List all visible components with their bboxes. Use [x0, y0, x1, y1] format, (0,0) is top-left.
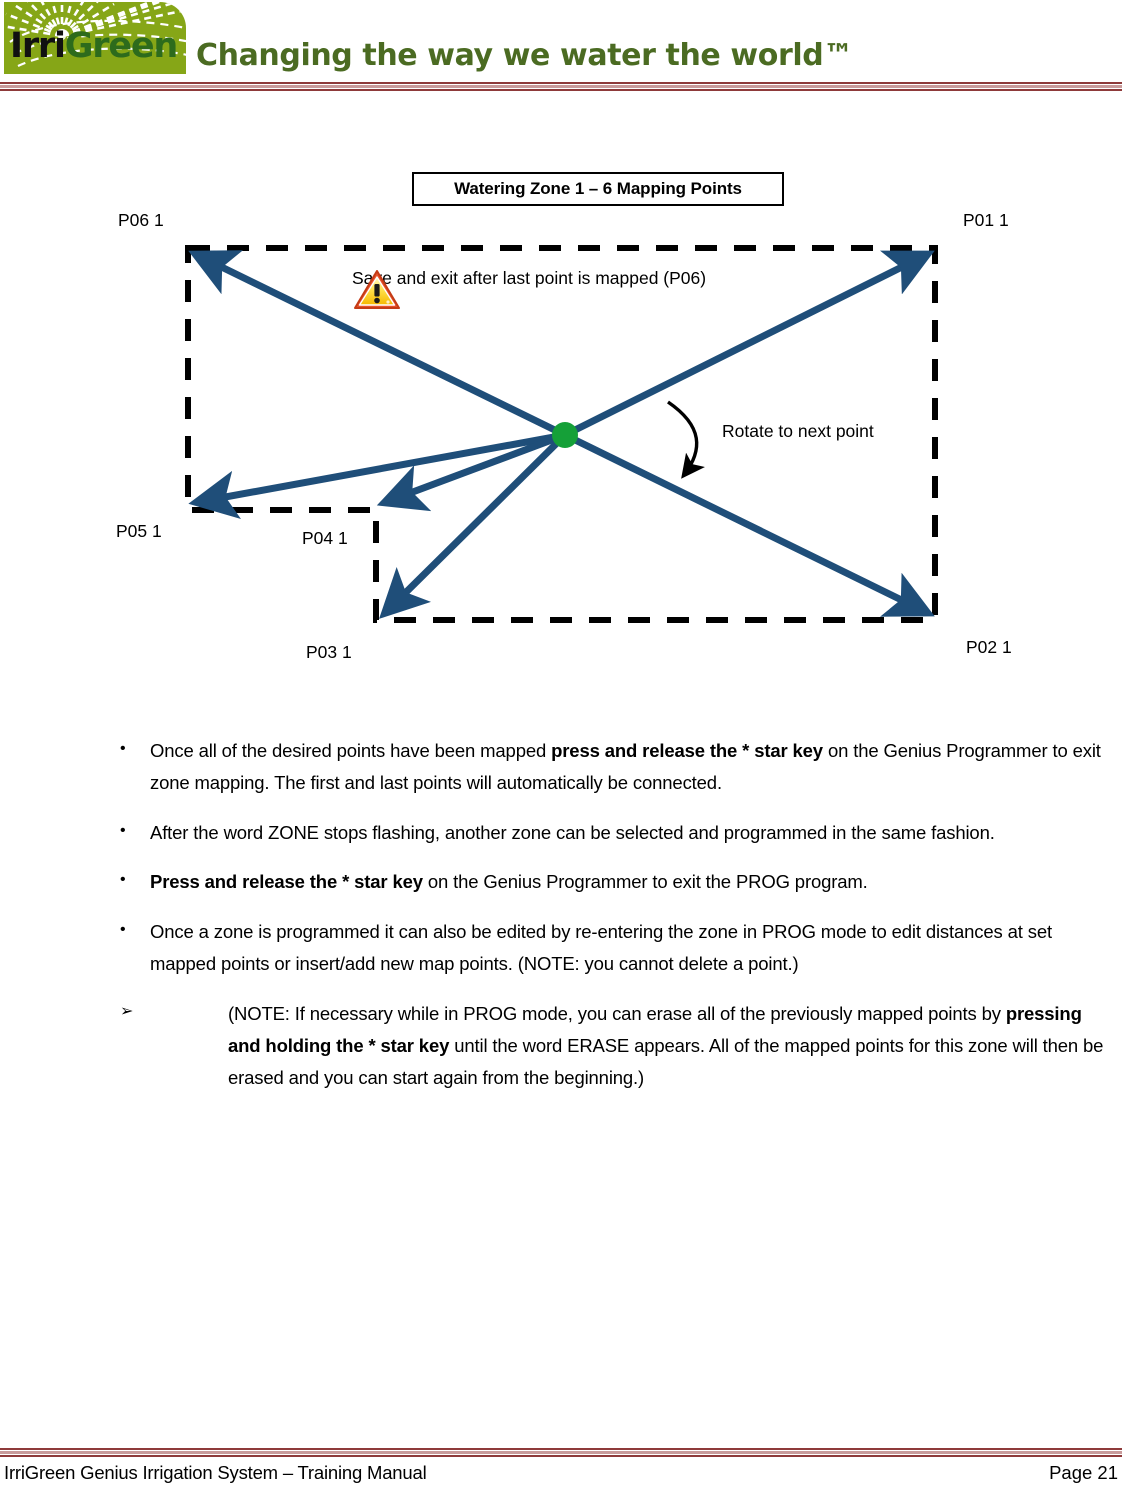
footer-divider-rule [0, 1448, 1122, 1457]
header-divider-rule [0, 82, 1122, 91]
zone-mapping-diagram: Watering Zone 1 – 6 Mapping Points P06 1… [0, 150, 1122, 710]
footer-page-number: Page 21 [1049, 1462, 1118, 1483]
bullet-text-emphasis: press and release the * star key [551, 740, 823, 761]
bullet-text-run: Once a zone is programmed it can also be… [150, 921, 1052, 975]
bullet-marker-icon: • [120, 921, 126, 939]
bullet-text-run: on the Genius Programmer to exit the PRO… [422, 871, 868, 893]
instruction-sub-bullet: ➢ (NOTE: If necessary while in PROG mode,… [0, 998, 1122, 1093]
point-label-p03: P03 1 [306, 642, 352, 662]
footer-rule-line-bottom [0, 1455, 1122, 1457]
warning-callout: Save and exit after last point is mapped… [352, 268, 707, 309]
irrigreen-logo: IrriGreen [4, 2, 186, 74]
logo-word-irri: Irri [10, 26, 66, 66]
company-tagline: Changing the way we water the world™ [196, 38, 853, 73]
bullet-text-run: Once all of the desired points have been… [150, 740, 552, 761]
rotate-arc-arrow [667, 400, 705, 479]
footer-document-title: IrriGreen Genius Irrigation System – Tra… [4, 1462, 427, 1483]
bullet-marker-icon: • [120, 740, 126, 757]
rule-line-bottom [0, 89, 1122, 91]
vector-p02 [563, 431, 935, 617]
bullet-marker-icon: • [120, 821, 126, 839]
warning-triangle-icon [354, 270, 400, 309]
point-label-p05: P05 1 [116, 521, 162, 541]
instruction-bullet: • Press and release the * star key on the… [0, 866, 1122, 898]
rule-line-middle [0, 85, 1122, 88]
vector-p04 [376, 431, 567, 512]
footer-rule-line-middle [0, 1451, 1122, 1454]
logo-word-green: Green [64, 26, 179, 66]
instruction-bullet: • After the word ZONE stops flashing, ano… [0, 817, 1122, 849]
bullet-text-emphasis: Press and release the * star key [150, 871, 423, 893]
sprinkler-head-marker [552, 422, 578, 448]
page-footer: IrriGreen Genius Irrigation System – Tra… [0, 1462, 1122, 1496]
zone-title-box: Watering Zone 1 – 6 Mapping Points [412, 172, 784, 206]
warning-callout-text: Save and exit after last point is mapped… [352, 268, 707, 288]
point-label-p04: P04 1 [302, 528, 348, 548]
rotate-annotation: Rotate to next point [722, 421, 874, 441]
instruction-bullet-list: • Once all of the desired points have bee… [0, 735, 1122, 1093]
bullet-marker-icon: • [120, 871, 126, 889]
zone-title-text: Watering Zone 1 – 6 Mapping Points [454, 179, 742, 198]
footer-rule-line-top [0, 1448, 1122, 1450]
diagram-graphics [185, 245, 938, 623]
logo-wordmark: IrriGreen [10, 26, 179, 66]
point-label-p06: P06 1 [118, 210, 164, 230]
point-label-p01: P01 1 [963, 210, 1009, 230]
page-header: IrriGreen Changing the way we water the … [0, 0, 1122, 96]
bullet-text-run: (NOTE: If necessary while in PROG mode, … [228, 1002, 1006, 1024]
bullet-text-run: After the word ZONE stops flashing, anot… [150, 821, 995, 843]
instruction-bullet: • Once a zone is programmed it can also b… [0, 916, 1122, 980]
point-label-p02: P02 1 [966, 637, 1012, 657]
instructions-section: • Once all of the desired points have bee… [0, 735, 1122, 1111]
instruction-bullet: • Once all of the desired points have bee… [0, 735, 1122, 799]
rule-line-top [0, 82, 1122, 84]
sub-bullet-marker-icon: ➢ [120, 1002, 134, 1020]
